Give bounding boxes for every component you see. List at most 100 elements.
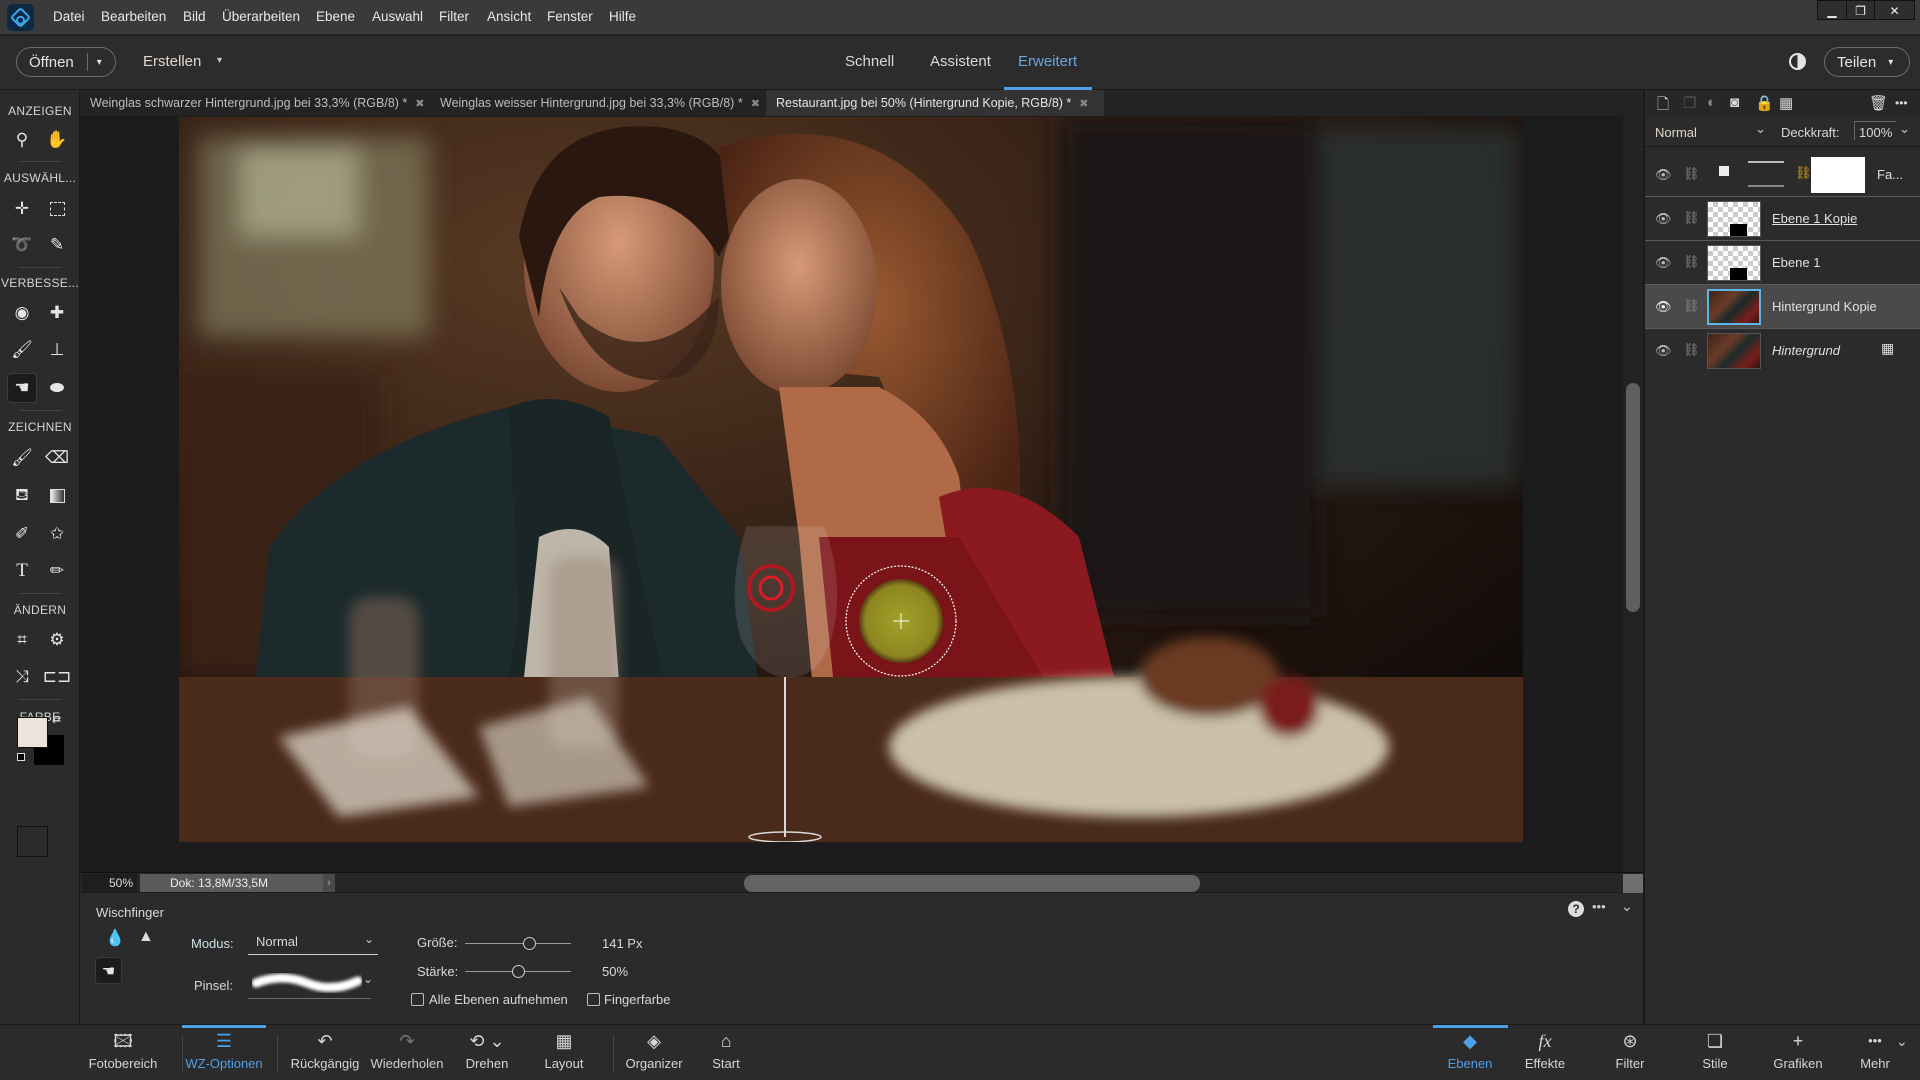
zoom-tool-icon[interactable]: ⚲ [7, 125, 37, 155]
vertical-scrollbar[interactable] [1623, 116, 1643, 872]
layout-button[interactable]: ▦ Layout [534, 1029, 594, 1079]
layers-panel-button[interactable]: ◆ Ebenen [1440, 1029, 1500, 1079]
help-icon[interactable]: ? [1568, 901, 1584, 917]
mask-link-icon[interactable]: ⛓ [1795, 165, 1812, 181]
rotate-button[interactable]: ⟲ ⌄ Drehen [457, 1029, 517, 1079]
layer-name[interactable]: Hintergrund [1772, 343, 1840, 358]
smudge-tool-icon[interactable]: ☚ [7, 373, 37, 403]
visibility-eye-icon[interactable]: 👁 [1655, 299, 1672, 315]
effects-button[interactable]: fx Effekte [1515, 1029, 1575, 1079]
doc-tab-3-active[interactable]: Restaurant.jpg bei 50% (Hintergrund Kopi… [766, 90, 1104, 116]
link-icon[interactable]: ⛓ [1683, 166, 1700, 182]
foreground-color-swatch[interactable] [17, 717, 48, 748]
link-icon[interactable]: ⛓ [1683, 210, 1700, 226]
menu-datei[interactable]: Datei [53, 9, 85, 24]
mode-tab-assistent[interactable]: Assistent [930, 53, 991, 70]
sharpen-tool-icon[interactable]: ▲ [138, 928, 154, 946]
visibility-eye-icon[interactable]: 👁 [1655, 343, 1672, 359]
visibility-eye-icon[interactable]: 👁 [1655, 255, 1672, 271]
close-tab-icon[interactable]: ✖ [1079, 97, 1088, 110]
gradient-tool-icon[interactable] [42, 481, 72, 511]
open-dropdown-icon[interactable]: ▾ [97, 57, 102, 68]
visibility-eye-icon[interactable]: 👁 [1655, 211, 1672, 227]
blend-mode-chevron-icon[interactable]: ⌄ [1755, 121, 1766, 137]
lock-icon[interactable]: 🔒 [1755, 94, 1774, 112]
layer-row[interactable]: 👁 ⛓ Ebene 1 [1645, 241, 1920, 285]
photo-bin-button[interactable]: 🖾 Fotobereich [88, 1029, 158, 1079]
layer-row[interactable]: 👁 ⛓ Hintergrund ▦ [1645, 329, 1920, 373]
layer-name[interactable]: Ebene 1 Kopie [1772, 211, 1857, 226]
vertical-scroll-thumb[interactable] [1626, 383, 1640, 612]
layer-name[interactable]: Fa... [1877, 167, 1903, 182]
create-dropdown-icon[interactable]: ▾ [217, 55, 222, 66]
more-button[interactable]: ••• Mehr [1850, 1029, 1900, 1079]
share-button[interactable]: Teilen ▾ [1824, 47, 1910, 77]
hand-tool-icon[interactable]: ✋ [42, 125, 72, 155]
mode-tab-erweitert[interactable]: Erweitert [1018, 53, 1077, 70]
blur-tool-icon[interactable]: 💧 [105, 928, 125, 948]
open-button[interactable]: Öffnen [29, 54, 74, 71]
horizontal-scroll-thumb[interactable] [744, 875, 1200, 892]
brush-tool-icon[interactable]: 🖌 [7, 443, 37, 473]
undo-button[interactable]: ↶ Rückgängig [290, 1029, 360, 1079]
close-tab-icon[interactable]: ✖ [751, 97, 760, 110]
swap-colors-icon[interactable]: ⇄ [52, 713, 61, 726]
redo-button[interactable]: ↷ Wiederholen [367, 1029, 447, 1079]
doc-tab-1[interactable]: Weinglas schwarzer Hintergrund.jpg bei 3… [80, 90, 435, 116]
menu-ansicht[interactable]: Ansicht [487, 9, 531, 24]
document-image[interactable] [179, 117, 1523, 842]
menu-ebene[interactable]: Ebene [316, 9, 355, 24]
styles-button[interactable]: ❏ Stile [1685, 1029, 1745, 1079]
layer-row-selected[interactable]: 👁 ⛓ Hintergrund Kopie [1645, 285, 1920, 329]
recompose-tool-icon[interactable]: ⚙ [42, 625, 72, 655]
lasso-tool-icon[interactable]: ➰ [7, 230, 37, 260]
finger-painting-checkbox[interactable] [587, 993, 600, 1006]
content-aware-move-tool-icon[interactable]: ⤨ [7, 662, 37, 692]
mode-select[interactable]: Normal ⌄ [248, 929, 378, 955]
straighten-tool-icon[interactable]: ⊏⊐ [42, 662, 72, 692]
text-tool-icon[interactable]: T [7, 556, 37, 586]
layer-row[interactable]: 👁 ⛓ Ebene 1 Kopie [1645, 197, 1920, 241]
strength-slider-knob[interactable] [512, 965, 525, 978]
delete-layer-icon[interactable]: 🗑 [1869, 94, 1888, 112]
home-button[interactable]: ⌂ Start [701, 1029, 751, 1079]
size-slider-knob[interactable] [522, 937, 536, 950]
layer-row[interactable]: 👁 ⛓ ⛓ Fa... [1645, 153, 1920, 197]
link-icon[interactable]: ⛓ [1683, 254, 1700, 270]
doc-info-arrow-icon[interactable]: › [323, 874, 335, 892]
paint-bucket-tool-icon[interactable]: ⛾ [7, 481, 37, 511]
smudge-mode-icon[interactable]: ☚ [95, 957, 122, 984]
opacity-input[interactable]: 100% [1854, 121, 1897, 140]
link-icon[interactable]: ⛓ [1683, 298, 1700, 314]
new-layer-icon[interactable]: 🗋 [1657, 94, 1669, 119]
menu-hilfe[interactable]: Hilfe [609, 9, 636, 24]
move-tool-icon[interactable]: ✛ [7, 194, 37, 224]
layer-mask-thumbnail[interactable] [1811, 157, 1865, 193]
restore-button[interactable]: ❐ [1846, 1, 1874, 20]
close-button[interactable]: ✕ [1874, 1, 1914, 20]
doc-tab-2[interactable]: Weinglas weisser Hintergrund.jpg bei 33,… [430, 90, 770, 116]
close-tab-icon[interactable]: ✖ [415, 97, 424, 110]
layer-mask-icon[interactable]: ◙ [1730, 94, 1739, 111]
more-chevron-icon[interactable]: ⌄ [1896, 1033, 1908, 1050]
clone-stamp-tool-icon[interactable]: ⊥ [42, 335, 72, 365]
custom-shape-tool-icon[interactable]: ✩ [42, 519, 72, 549]
default-colors-icon[interactable] [17, 753, 25, 761]
red-eye-tool-icon[interactable]: ◉ [7, 298, 37, 328]
filter-button[interactable]: ⊛ Filter [1600, 1029, 1660, 1079]
menu-bearbeiten[interactable]: Bearbeiten [101, 9, 166, 24]
visibility-eye-icon[interactable]: 👁 [1655, 167, 1672, 183]
graphics-button[interactable]: + Grafiken [1765, 1029, 1831, 1079]
blend-mode-value[interactable]: Normal [1655, 125, 1697, 140]
menu-bild[interactable]: Bild [183, 9, 206, 24]
mode-tab-schnell[interactable]: Schnell [845, 53, 894, 70]
new-group-icon[interactable]: ❒ [1683, 94, 1696, 112]
organizer-button[interactable]: ◈ Organizer [622, 1029, 686, 1079]
eyedropper-tool-icon[interactable]: ✐ [7, 519, 37, 549]
minimize-button[interactable]: ▁ [1818, 1, 1846, 20]
smart-brush-tool-icon[interactable]: 🖌 [7, 335, 37, 365]
adjustment-layer-icon[interactable]: ◐ [1707, 94, 1716, 111]
brush-picker[interactable]: ⌄ [248, 967, 373, 999]
lock-transparency-icon[interactable]: ▦ [1779, 94, 1793, 112]
layer-name[interactable]: Hintergrund Kopie [1772, 299, 1877, 314]
